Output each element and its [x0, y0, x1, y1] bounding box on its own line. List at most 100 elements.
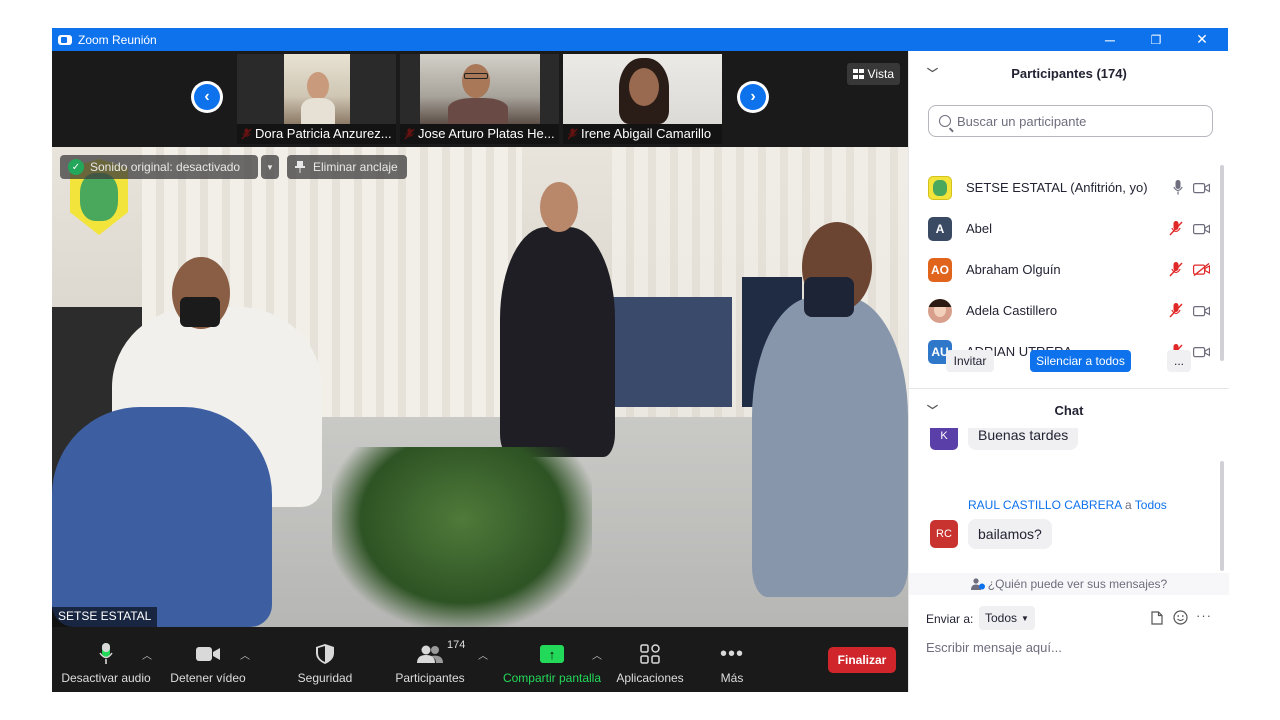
original-sound-dropdown[interactable]: ▼ [261, 155, 279, 179]
seated-person-front [52, 407, 272, 627]
view-label: Vista [867, 67, 894, 81]
stop-video-button[interactable]: Detener vídeo [164, 627, 252, 692]
end-meeting-button[interactable]: Finalizar [828, 647, 896, 673]
participant-video [420, 54, 540, 124]
participant-row[interactable]: A Abel [928, 208, 1210, 249]
participant-video [284, 54, 350, 124]
video-off-icon[interactable] [1193, 263, 1210, 276]
message-visibility-notice[interactable]: ¿Quién puede ver sus mensajes? [909, 573, 1229, 595]
participant-name: Abel [966, 221, 993, 236]
chat-more-icon[interactable]: ··· [1196, 608, 1212, 623]
video-camera-icon [196, 647, 220, 661]
participants-button[interactable]: Participantes [387, 627, 473, 692]
participant-name: Adela Castillero [966, 303, 1058, 318]
share-options-caret[interactable]: ︿ [592, 647, 602, 662]
emoji-icon[interactable] [1173, 610, 1188, 625]
view-button[interactable]: Vista [846, 63, 900, 85]
minimize-button[interactable]: ─ [1087, 28, 1133, 51]
chevron-left-icon: ‹ [194, 84, 220, 110]
video-thumbnail[interactable]: Jose Arturo Platas He... [400, 54, 559, 144]
send-to-value: Todos [985, 611, 1018, 625]
presenter [500, 227, 615, 457]
chat-scrollbar[interactable] [1220, 461, 1224, 571]
video-options-caret[interactable]: ︿ [240, 647, 250, 662]
more-dots-icon: ••• [719, 642, 744, 665]
chevron-down-icon[interactable]: ﹀ [927, 65, 938, 81]
original-sound-indicator[interactable]: ✓ Sonido original: desactivado [60, 155, 258, 179]
video-thumbnail[interactable]: Dora Patricia Anzurez... [237, 54, 396, 144]
restore-button[interactable]: ❐ [1133, 28, 1179, 51]
video-camera-icon[interactable] [1193, 182, 1210, 194]
send-to-dropdown[interactable]: Todos ▼ [979, 606, 1035, 630]
participants-scrollbar[interactable] [1220, 165, 1224, 361]
message-recipient[interactable]: Todos [1135, 498, 1167, 512]
chat-title: Chat [1054, 402, 1084, 418]
chat-input[interactable]: Escribir mensaje aquí... [926, 640, 1062, 655]
unpin-label: Eliminar anclaje [313, 160, 398, 174]
next-page-button[interactable]: › [737, 81, 769, 113]
mic-off-icon[interactable] [1169, 221, 1183, 236]
video-camera-icon[interactable] [1193, 223, 1210, 235]
meeting-stage: ‹ Dora Patricia Anzurez... Jose Arturo P… [52, 51, 908, 692]
participant-search-input[interactable]: Buscar un participante [928, 105, 1213, 137]
unpin-button[interactable]: Eliminar anclaje [287, 155, 407, 179]
original-sound-label: Sonido original: desactivado [90, 160, 241, 174]
video-camera-icon[interactable] [1193, 305, 1210, 317]
participant-name: Abraham Olguín [966, 262, 1061, 277]
chat-message: K Buenas tardes [930, 428, 1079, 458]
microphone-icon [99, 643, 113, 664]
participants-header: ﹀ Participantes (174) [909, 53, 1229, 93]
send-to-label: Enviar a: [926, 612, 974, 626]
face-mask [180, 297, 220, 327]
microphone-icon[interactable] [1173, 180, 1183, 195]
chevron-right-icon: › [740, 84, 766, 110]
message-bubble: bailamos? [968, 519, 1052, 549]
gallery-strip: ‹ Dora Patricia Anzurez... Jose Arturo P… [52, 51, 908, 147]
shield-check-icon: ✓ [68, 159, 84, 175]
chevron-down-icon[interactable]: ﹀ [927, 402, 938, 418]
avatar: A [928, 216, 952, 241]
participant-row[interactable]: SETSE ESTATAL (Anfitrión, yo) [928, 167, 1210, 208]
title-bar: Zoom Reunión ─ ❐ ✕ [52, 28, 1228, 51]
prev-page-button[interactable]: ‹ [191, 81, 223, 113]
participants-label: Participantes [395, 671, 465, 685]
participant-name: Dora Patricia Anzurez... [237, 124, 396, 144]
apps-label: Aplicaciones [616, 671, 684, 685]
share-screen-button[interactable]: ↑ Compartir pantalla [498, 627, 606, 692]
avatar: RC [930, 520, 958, 548]
more-button[interactable]: ••• Más [702, 627, 762, 692]
apps-icon [640, 644, 660, 664]
security-button[interactable]: Seguridad [284, 627, 366, 692]
close-button[interactable]: ✕ [1179, 28, 1225, 51]
video-thumbnail[interactable]: Irene Abigail Camarillo [563, 54, 722, 144]
participant-row[interactable]: Adela Castillero [928, 290, 1210, 331]
shield-icon [316, 644, 334, 664]
search-icon [939, 115, 951, 127]
file-icon[interactable] [1151, 611, 1163, 625]
participant-name: Jose Arturo Platas He... [400, 124, 559, 144]
zoom-app-icon [58, 34, 72, 45]
message-header: RAUL CASTILLO CABRERA a Todos [968, 498, 1167, 512]
presenter-head [540, 182, 578, 232]
mute-label: Desactivar audio [61, 671, 151, 685]
avatar [928, 298, 952, 323]
participants-title: Participantes (174) [1011, 65, 1127, 81]
apps-button[interactable]: Aplicaciones [612, 627, 688, 692]
participant-name: SETSE ESTATAL (Anfitrión, yo) [966, 180, 1148, 195]
invite-button[interactable]: Invitar [946, 350, 994, 372]
mic-off-icon[interactable] [1169, 262, 1183, 277]
divider [909, 388, 1229, 389]
mute-button[interactable]: Desactivar audio [61, 627, 151, 692]
audio-options-caret[interactable]: ︿ [142, 647, 152, 662]
participants-options-caret[interactable]: ︿ [478, 647, 488, 662]
mic-off-icon[interactable] [1169, 303, 1183, 318]
video-camera-icon[interactable] [1193, 346, 1210, 358]
participant-row[interactable]: AO Abraham Olguín [928, 249, 1210, 290]
chevron-down-icon: ▼ [266, 162, 274, 172]
message-sender[interactable]: RAUL CASTILLO CABRERA [968, 498, 1122, 512]
participants-more-button[interactable]: ... [1167, 350, 1191, 372]
message-bubble: Buenas tardes [968, 428, 1079, 450]
mute-all-button[interactable]: Silenciar a todos [1030, 350, 1131, 372]
christmas-centerpiece [332, 447, 592, 627]
stop-video-label: Detener vídeo [170, 671, 246, 685]
